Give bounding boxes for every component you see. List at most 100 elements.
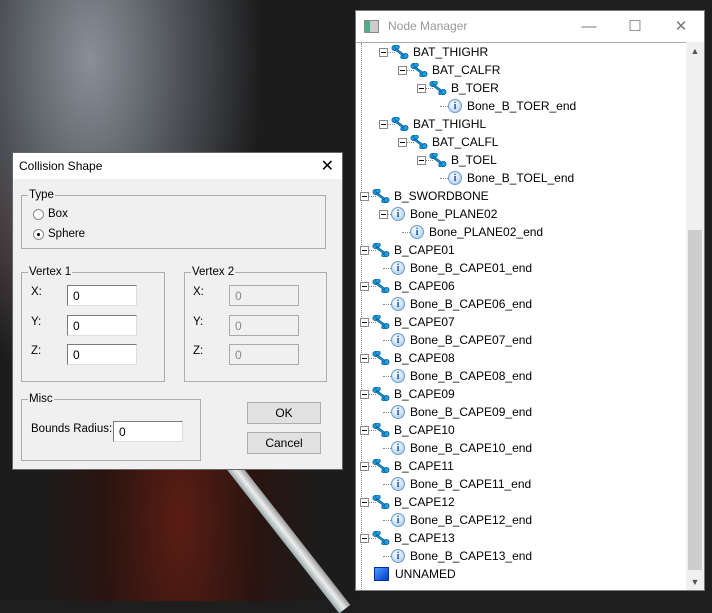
tree-node[interactable]: BAT_CALFL xyxy=(398,133,498,151)
type-legend: Type xyxy=(29,189,54,201)
tree-node[interactable]: i Bone_PLANE02 xyxy=(379,205,497,223)
bounds-radius-input[interactable]: 0 xyxy=(113,421,183,442)
node-label: Bone_B_CAPE01_end xyxy=(410,261,533,275)
bone-icon xyxy=(372,494,390,510)
collapse-toggle[interactable] xyxy=(417,155,426,165)
scrollbar-thumb[interactable] xyxy=(688,230,702,570)
collapse-toggle[interactable] xyxy=(398,137,407,147)
tree-node[interactable]: B_CAPE13 xyxy=(360,529,455,547)
tree-node[interactable]: B_CAPE01 xyxy=(360,241,455,259)
collapse-toggle[interactable] xyxy=(379,119,388,129)
close-icon[interactable]: ✕ xyxy=(321,156,334,176)
minimize-button[interactable]: — xyxy=(566,11,612,41)
collapse-toggle[interactable] xyxy=(360,461,369,471)
scroll-up-icon[interactable]: ▲ xyxy=(686,42,704,59)
info-icon: i xyxy=(448,99,462,113)
box-radio[interactable] xyxy=(33,209,44,220)
tree-node[interactable]: UNNAMED xyxy=(374,565,456,583)
tree-node[interactable]: i Bone_B_CAPE06_end xyxy=(379,295,532,313)
node-label: B_TOER xyxy=(451,81,499,95)
tree-node[interactable]: B_TOEL xyxy=(417,151,497,169)
tree-node[interactable]: B_SWORDBONE xyxy=(360,187,489,205)
v2-z-input: 0 xyxy=(229,344,299,365)
tree-node[interactable]: i Bone_B_TOEL_end xyxy=(436,169,574,187)
v2-x-input: 0 xyxy=(229,285,299,306)
scroll-down-icon[interactable]: ▼ xyxy=(686,573,704,590)
node-label: BAT_CALFL xyxy=(432,135,499,149)
bounds-radius-label: Bounds Radius: xyxy=(31,423,113,435)
tree-node[interactable]: B_CAPE09 xyxy=(360,385,455,403)
collapse-toggle[interactable] xyxy=(398,65,407,75)
tree-node[interactable]: B_CAPE08 xyxy=(360,349,455,367)
collapse-toggle[interactable] xyxy=(379,209,388,219)
v2-x-label: X: xyxy=(193,286,204,298)
bone-icon xyxy=(391,116,409,132)
node-label: B_CAPE01 xyxy=(394,243,455,257)
v1-x-input[interactable]: 0 xyxy=(67,285,137,306)
collapse-toggle[interactable] xyxy=(379,47,388,57)
v1-y-input[interactable]: 0 xyxy=(67,315,137,336)
tree-node[interactable]: B_CAPE12 xyxy=(360,493,455,511)
tree-node[interactable]: B_CAPE06 xyxy=(360,277,455,295)
node-label: BAT_CALFR xyxy=(432,63,501,77)
info-icon: i xyxy=(391,369,405,383)
info-icon: i xyxy=(391,333,405,347)
sphere-radio[interactable] xyxy=(33,229,44,240)
collapse-toggle[interactable] xyxy=(417,83,426,93)
node-label: Bone_B_TOEL_end xyxy=(467,171,575,185)
tree-node[interactable]: i Bone_B_CAPE07_end xyxy=(379,331,532,349)
tree-node[interactable]: i Bone_B_CAPE08_end xyxy=(379,367,532,385)
tree-node[interactable]: BAT_THIGHR xyxy=(379,43,488,61)
node-label: B_SWORDBONE xyxy=(394,189,489,203)
tree-node[interactable]: i Bone_B_CAPE12_end xyxy=(379,511,532,529)
node-label: BAT_THIGHR xyxy=(413,45,489,59)
node-label: Bone_B_CAPE06_end xyxy=(410,297,533,311)
node-tree: BAT_THIGHR BAT_CALFR B_TOER i Bone_B_TOER_en… xyxy=(356,42,687,590)
window-title: Node Manager xyxy=(388,19,468,33)
tree-node[interactable]: B_CAPE07 xyxy=(360,313,455,331)
v2-y-label: Y: xyxy=(193,316,204,328)
v1-z-input[interactable]: 0 xyxy=(67,344,137,365)
collapse-toggle[interactable] xyxy=(360,245,369,255)
collapse-toggle[interactable] xyxy=(360,353,369,363)
tree-node[interactable]: BAT_THIGHL xyxy=(379,115,486,133)
collapse-toggle[interactable] xyxy=(360,533,369,543)
info-icon: i xyxy=(391,513,405,527)
node-label: B_CAPE10 xyxy=(394,423,455,437)
node-label: Bone_B_CAPE13_end xyxy=(410,549,533,563)
bone-icon xyxy=(372,386,390,402)
bone-icon xyxy=(372,458,390,474)
collapse-toggle[interactable] xyxy=(360,317,369,327)
tree-node[interactable]: i Bone_B_CAPE01_end xyxy=(379,259,532,277)
collapse-toggle[interactable] xyxy=(360,497,369,507)
vertex1-legend: Vertex 1 xyxy=(29,266,72,278)
app-icon xyxy=(364,19,379,33)
tree-node[interactable]: BAT_CALFR xyxy=(398,61,500,79)
tree-node[interactable]: i Bone_B_TOER_end xyxy=(436,97,576,115)
bone-icon xyxy=(391,44,409,60)
collapse-toggle[interactable] xyxy=(360,425,369,435)
cancel-button[interactable]: Cancel xyxy=(247,432,321,454)
tree-node[interactable]: B_TOER xyxy=(417,79,499,97)
misc-legend: Misc xyxy=(29,393,53,405)
tree-node[interactable]: i Bone_B_CAPE11_end xyxy=(379,475,531,493)
tree-node[interactable]: i Bone_PLANE02_end xyxy=(398,223,543,241)
tree-node[interactable]: B_CAPE11 xyxy=(360,457,454,475)
collapse-toggle[interactable] xyxy=(360,281,369,291)
tree-node[interactable]: i Bone_B_CAPE09_end xyxy=(379,403,532,421)
info-icon: i xyxy=(391,261,405,275)
ok-button[interactable]: OK xyxy=(247,402,321,424)
close-button[interactable]: ✕ xyxy=(658,11,704,41)
tree-node[interactable]: i Bone_B_CAPE10_end xyxy=(379,439,532,457)
info-icon: i xyxy=(410,225,424,239)
tree-node[interactable]: B_CAPE10 xyxy=(360,421,455,439)
info-icon: i xyxy=(391,477,405,491)
collapse-toggle[interactable] xyxy=(360,389,369,399)
node-label: B_CAPE06 xyxy=(394,279,455,293)
maximize-button[interactable]: ☐ xyxy=(612,11,658,41)
collapse-toggle[interactable] xyxy=(360,191,369,201)
node-label: Bone_B_CAPE07_end xyxy=(410,333,533,347)
tree-node[interactable]: i Bone_B_CAPE13_end xyxy=(379,547,532,565)
vertical-scrollbar[interactable]: ▲ ▼ xyxy=(686,42,704,590)
sphere-label: Sphere xyxy=(48,228,86,240)
